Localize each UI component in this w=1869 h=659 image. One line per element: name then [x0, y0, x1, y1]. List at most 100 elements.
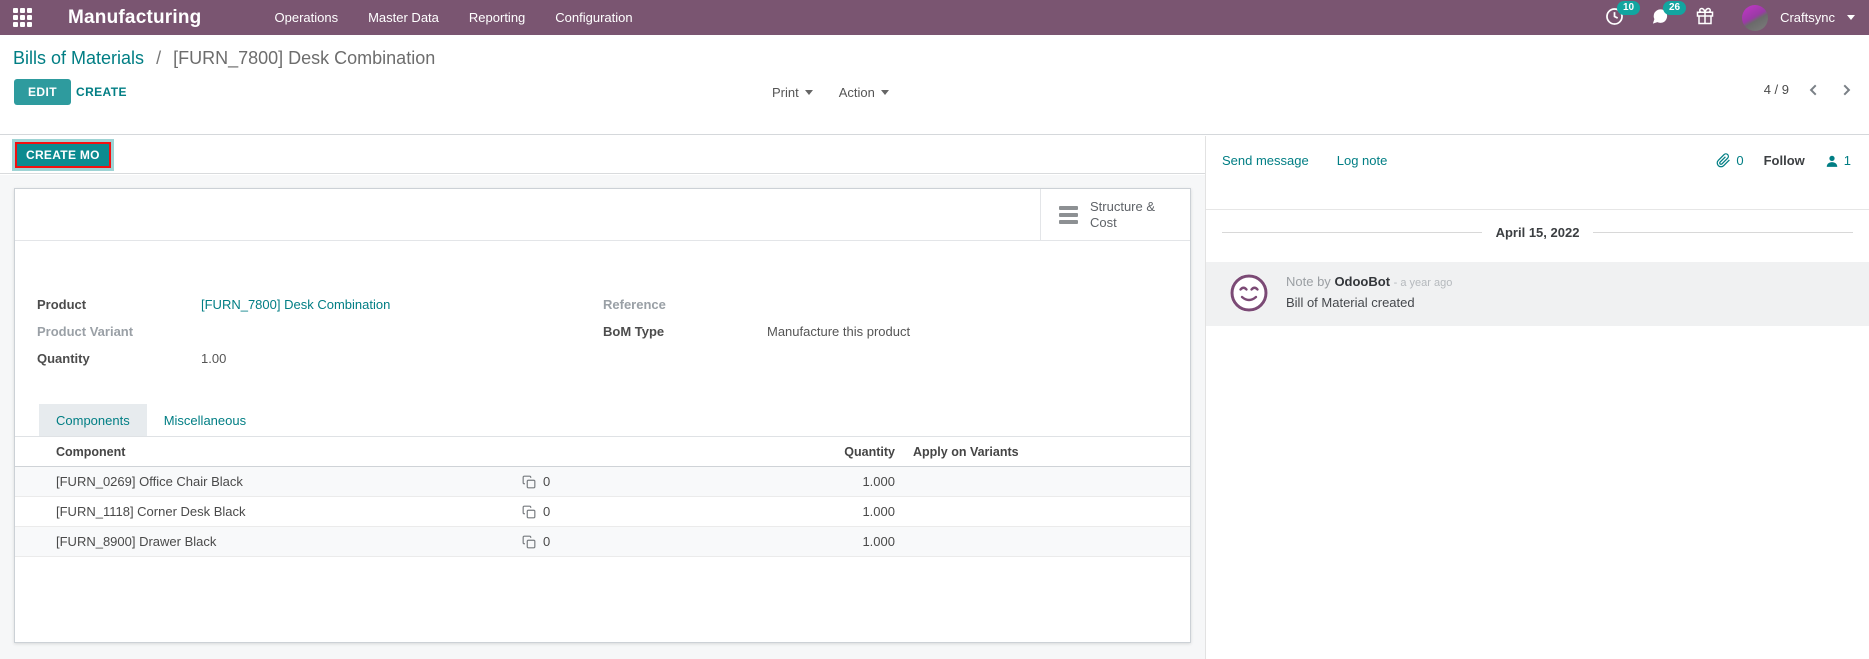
structure-cost-button[interactable]: Structure & Cost	[1040, 189, 1190, 241]
create-mo-button[interactable]: CREATE MO	[15, 142, 111, 168]
print-dropdown[interactable]: Print	[772, 85, 813, 100]
breadcrumb-parent-link[interactable]: Bills of Materials	[13, 48, 144, 68]
attachments-button[interactable]: 0	[1716, 153, 1743, 168]
menu-configuration[interactable]: Configuration	[542, 1, 645, 34]
record-pager: 4 / 9	[1764, 82, 1853, 97]
menu-operations[interactable]: Operations	[262, 1, 352, 34]
copy-icon	[522, 475, 536, 489]
variant-count: 0	[543, 534, 550, 549]
paperclip-icon	[1716, 153, 1731, 168]
caret-down-icon	[805, 90, 813, 95]
component-name: [FURN_8900] Drawer Black	[15, 534, 508, 549]
variant-count-cell: 0	[508, 504, 598, 519]
message-author[interactable]: OdooBot	[1334, 274, 1390, 289]
copy-icon	[522, 505, 536, 519]
chatter-tools: 0 Follow 1	[1716, 153, 1851, 168]
apps-menu-button[interactable]	[0, 0, 44, 35]
odoobot-avatar	[1230, 274, 1268, 312]
print-label: Print	[772, 85, 799, 100]
edit-button[interactable]: EDIT	[14, 79, 71, 105]
activities-button[interactable]: 10	[1599, 3, 1634, 33]
field-product-variant: Product Variant	[37, 318, 390, 345]
create-mo-highlight: CREATE MO	[12, 139, 114, 171]
quantity-value: 1.00	[201, 351, 226, 366]
product-value-link[interactable]: [FURN_7800] Desk Combination	[201, 297, 390, 312]
odoo-manufacturing-page: Manufacturing Operations Master Data Rep…	[0, 0, 1869, 659]
top-navbar: Manufacturing Operations Master Data Rep…	[0, 0, 1869, 35]
breadcrumb-current: [FURN_7800] Desk Combination	[173, 48, 435, 68]
header-apply-on-variants[interactable]: Apply on Variants	[895, 445, 1190, 459]
breadcrumb: Bills of Materials / [FURN_7800] Desk Co…	[0, 35, 1869, 69]
breadcrumb-separator: /	[156, 48, 161, 68]
table-row[interactable]: [FURN_8900] Drawer Black 0 1.000	[15, 527, 1190, 557]
tab-miscellaneous[interactable]: Miscellaneous	[147, 404, 263, 436]
message-prefix: Note by	[1286, 274, 1331, 289]
date-label: April 15, 2022	[1496, 225, 1580, 240]
caret-down-icon	[881, 90, 889, 95]
log-note-button[interactable]: Log note	[1337, 153, 1388, 168]
message-header: Note by OdooBot - a year ago	[1286, 274, 1452, 289]
message-timestamp: - a year ago	[1394, 277, 1453, 289]
chatter-message[interactable]: Note by OdooBot - a year ago Bill of Mat…	[1206, 262, 1869, 326]
menu-reporting[interactable]: Reporting	[456, 1, 538, 34]
separator-line	[1222, 232, 1482, 233]
quantity-label: Quantity	[37, 351, 201, 366]
navbar-left: Manufacturing Operations Master Data Rep…	[0, 0, 646, 35]
table-header-row: Component Quantity Apply on Variants	[15, 437, 1190, 467]
navbar-right: 10 26 Craftsync	[1599, 3, 1869, 33]
person-icon	[1825, 154, 1839, 168]
control-panel: Bills of Materials / [FURN_7800] Desk Co…	[0, 35, 1869, 135]
action-menus: Print Action	[772, 85, 889, 100]
pager-previous-button[interactable]	[1807, 83, 1821, 97]
chevron-right-icon	[1839, 83, 1853, 97]
bom-type-label: BoM Type	[603, 324, 767, 339]
activities-badge: 10	[1617, 1, 1640, 15]
pager-next-button[interactable]	[1839, 83, 1853, 97]
followers-button[interactable]: 1	[1825, 153, 1851, 168]
action-label: Action	[839, 85, 875, 100]
send-message-button[interactable]: Send message	[1222, 153, 1309, 168]
component-name: [FURN_1118] Corner Desk Black	[15, 504, 508, 519]
variant-count-cell: 0	[508, 474, 598, 489]
form-fields: Product [FURN_7800] Desk Combination Pro…	[15, 241, 1190, 403]
menu-master-data[interactable]: Master Data	[355, 1, 452, 34]
user-avatar[interactable]	[1742, 5, 1768, 31]
messages-button[interactable]: 26	[1644, 3, 1680, 33]
action-dropdown[interactable]: Action	[839, 85, 889, 100]
bom-type-value: Manufacture this product	[767, 324, 910, 339]
create-button[interactable]: CREATE	[76, 85, 127, 99]
variant-count: 0	[543, 504, 550, 519]
app-title[interactable]: Manufacturing	[68, 7, 202, 29]
chatter-panel: Send message Log note 0 Follow 1	[1205, 136, 1869, 659]
message-content: Note by OdooBot - a year ago Bill of Mat…	[1286, 274, 1452, 312]
chatter-toolbar: Send message Log note 0 Follow 1	[1206, 136, 1869, 210]
variant-count-cell: 0	[508, 534, 598, 549]
pager-count: 4 / 9	[1764, 82, 1789, 97]
user-menu[interactable]: Craftsync	[1780, 10, 1835, 25]
follow-button[interactable]: Follow	[1764, 153, 1805, 168]
control-panel-buttons: EDIT CREATE Print Action 4 / 9	[0, 69, 1869, 121]
field-bom-type: BoM Type Manufacture this product	[603, 318, 910, 345]
separator-line	[1593, 232, 1853, 233]
product-label: Product	[37, 297, 201, 312]
rewards-button[interactable]	[1690, 3, 1724, 32]
table-row[interactable]: [FURN_1118] Corner Desk Black 0 1.000	[15, 497, 1190, 527]
tab-components[interactable]: Components	[39, 404, 147, 436]
apps-grid-icon	[13, 8, 32, 27]
table-row[interactable]: [FURN_0269] Office Chair Black 0 1.000	[15, 467, 1190, 497]
component-quantity: 1.000	[598, 534, 895, 549]
header-quantity[interactable]: Quantity	[598, 445, 895, 459]
message-body: Bill of Material created	[1286, 295, 1452, 310]
header-component[interactable]: Component	[15, 445, 508, 459]
sheet-header: Structure & Cost	[15, 189, 1190, 241]
field-quantity: Quantity 1.00	[37, 345, 390, 372]
form-view-content: Structure & Cost Product [FURN_7800] Des…	[0, 175, 1205, 659]
reference-label: Reference	[603, 297, 767, 312]
smiley-icon	[1230, 274, 1268, 312]
date-separator: April 15, 2022	[1206, 225, 1869, 240]
field-product: Product [FURN_7800] Desk Combination	[37, 291, 390, 318]
form-sheet: Structure & Cost Product [FURN_7800] Des…	[14, 188, 1191, 643]
copy-icon	[522, 535, 536, 549]
field-group-right: Reference BoM Type Manufacture this prod…	[603, 291, 910, 345]
variant-count: 0	[543, 474, 550, 489]
